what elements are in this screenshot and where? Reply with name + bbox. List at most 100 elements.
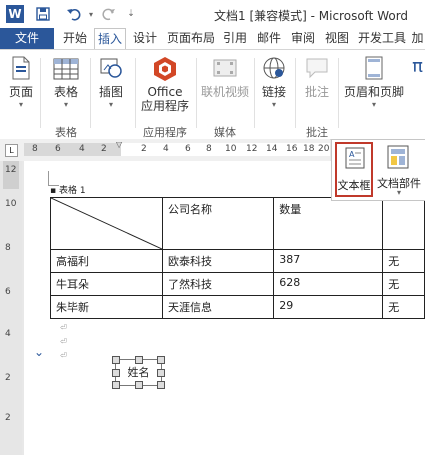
text-box-label: 文本框 [337, 179, 371, 192]
doc-parts-button[interactable]: 文档部件 ▾ [374, 142, 424, 197]
table-header-row: 公司名称 数量 [50, 197, 425, 250]
ruler-number: 20 [318, 144, 330, 154]
tab-insert[interactable]: 插入 [94, 28, 126, 50]
resize-handle[interactable] [157, 369, 165, 377]
links-button[interactable]: 链接 ▾ [256, 56, 292, 109]
separator [40, 58, 41, 128]
text-box-button[interactable]: A 文本框 [335, 142, 373, 197]
ruler-number: 10 [225, 144, 237, 154]
resize-handle[interactable] [157, 356, 165, 364]
vruler-number: 10 [5, 199, 17, 209]
ruler-number: 14 [266, 144, 278, 154]
header-footer-dropdown-icon: ▾ [371, 100, 376, 109]
header-footer-button[interactable]: 页眉和页脚 ▾ [340, 56, 408, 109]
table-cell[interactable]: 天涯信息 [161, 295, 275, 319]
caption-text: 表格 1 [58, 186, 86, 196]
text-box-content: 姓名 [127, 366, 150, 379]
links-dropdown-icon: ▾ [271, 100, 276, 109]
tab-page-layout[interactable]: 页面布局 [164, 28, 218, 49]
ruler-number: 6 [55, 144, 61, 154]
pages-icon [4, 56, 38, 83]
symbol-button-partial[interactable]: π [410, 56, 425, 77]
tab-more[interactable]: 加 [410, 28, 425, 49]
diagonal-line [51, 198, 162, 249]
table-dropdown-icon: ▾ [63, 100, 68, 109]
header-cell[interactable]: 数量 [273, 197, 384, 250]
table-button[interactable]: 表格 ▾ [47, 58, 85, 109]
table-cell[interactable]: 无 [382, 249, 425, 273]
media-group-label: 媒体 [214, 126, 236, 139]
office-apps-label-line1: Office [147, 85, 183, 99]
comment-button[interactable]: 批注 [298, 56, 336, 100]
separator [254, 58, 255, 128]
ruler-number: 4 [79, 144, 85, 154]
resize-handle[interactable] [157, 381, 165, 389]
customize-toolbar-icon[interactable]: ⇣ [125, 5, 137, 23]
table-cell[interactable]: 朱毕新 [50, 295, 163, 319]
resize-handle[interactable] [112, 356, 120, 364]
table-row: 牛耳朵 了然科技 628 无 [50, 272, 425, 296]
separator [90, 58, 91, 128]
save-icon[interactable] [33, 5, 53, 23]
ruler-number: 8 [206, 144, 212, 154]
ruler-number: 18 [303, 144, 315, 154]
resize-handle[interactable] [135, 356, 143, 364]
table-cell[interactable]: 无 [382, 295, 425, 319]
comment-label: 批注 [304, 85, 329, 99]
illustrations-button[interactable]: 插图 ▾ [93, 56, 129, 109]
table-cell[interactable]: 了然科技 [161, 272, 275, 296]
online-video-label: 联机视频 [200, 85, 249, 99]
vruler-number: 4 [5, 329, 11, 339]
data-table[interactable]: 公司名称 数量 高福利 欧泰科技 387 无 牛耳朵 了然科技 628 无 朱毕… [50, 197, 425, 319]
diagonal-header-cell[interactable] [50, 197, 163, 250]
tab-design[interactable]: 设计 [130, 28, 160, 49]
tab-view[interactable]: 视图 [322, 28, 352, 49]
table-cell[interactable]: 牛耳朵 [50, 272, 163, 296]
office-store-icon [138, 56, 192, 85]
text-group-dropdown: A 文本框 文档部件 ▾ [331, 139, 425, 201]
table-cell[interactable]: 高福利 [50, 249, 163, 273]
redo-icon[interactable] [100, 5, 118, 23]
tab-mailings[interactable]: 邮件 [254, 28, 284, 49]
online-video-button[interactable]: 联机视频 [199, 56, 251, 100]
table-group-label: 表格 [55, 126, 77, 139]
tab-file[interactable]: 文件 [0, 28, 54, 49]
separator [295, 58, 296, 128]
paragraph-marks: ⏎ ⏎ ⏎ [60, 323, 67, 360]
resize-handle[interactable] [112, 381, 120, 389]
vertical-ruler[interactable]: 12 10 8 6 4 2 2 [0, 161, 22, 455]
resize-handle[interactable] [112, 369, 120, 377]
ruler-number: 8 [32, 144, 38, 154]
table-icon [47, 58, 85, 83]
ruler-number: 4 [163, 144, 169, 154]
table-cell[interactable]: 欧泰科技 [161, 249, 275, 273]
tab-home[interactable]: 开始 [60, 28, 90, 49]
table-cell[interactable]: 387 [273, 249, 384, 273]
office-apps-button[interactable]: Office 应用程序 [138, 56, 192, 113]
header-cell[interactable] [382, 197, 425, 250]
resize-handle[interactable] [135, 381, 143, 389]
illustrations-dropdown-icon: ▾ [108, 100, 113, 109]
undo-icon[interactable] [63, 5, 85, 23]
table-label: 表格 [53, 85, 78, 99]
tab-developer[interactable]: 开发工具 [355, 28, 409, 49]
text-box-shape[interactable]: 姓名 [112, 356, 165, 389]
office-apps-label-line2: 应用程序 [140, 99, 189, 113]
separator [196, 58, 197, 128]
ruler-number: 16 [286, 144, 298, 154]
comment-icon [298, 56, 336, 83]
tab-review[interactable]: 审阅 [288, 28, 318, 49]
pages-button[interactable]: 页面 ▾ [4, 56, 38, 109]
window-title: 文档1 [兼容模式] - Microsoft Word [214, 9, 409, 23]
ruler-number: 6 [185, 144, 191, 154]
table-cell[interactable]: 628 [273, 272, 384, 296]
anchor-icon: ⌄ [34, 345, 45, 359]
tab-references[interactable]: 引用 [220, 28, 250, 49]
horizontal-ruler[interactable]: L ▽ 8 6 4 2 2 4 6 8 10 12 14 16 18 20 [0, 139, 330, 161]
header-cell[interactable]: 公司名称 [161, 197, 275, 250]
table-cell[interactable]: 29 [273, 295, 384, 319]
pages-label: 页面 [8, 85, 33, 99]
table-cell[interactable]: 无 [382, 272, 425, 296]
undo-dropdown-icon[interactable]: ▾ [86, 5, 96, 23]
word-app-icon[interactable]: W [6, 5, 24, 23]
